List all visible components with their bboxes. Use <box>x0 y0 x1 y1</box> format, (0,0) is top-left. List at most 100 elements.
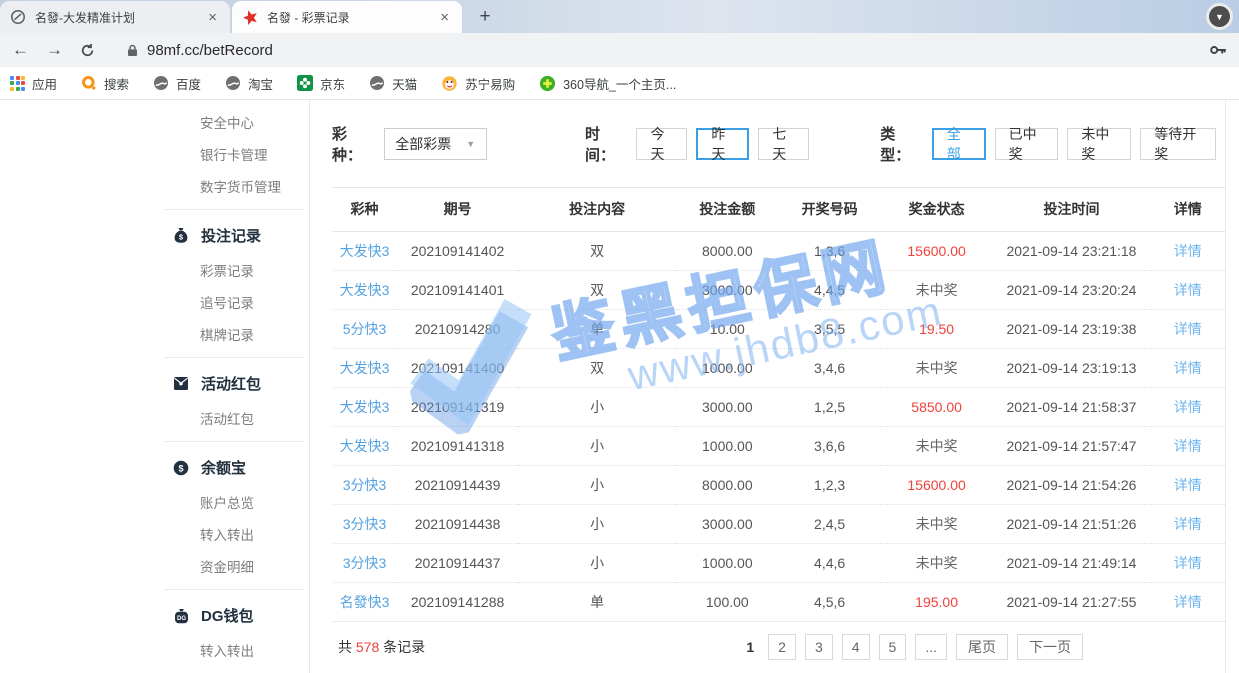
bookmark-item[interactable]: 百度 <box>153 74 201 93</box>
lottery-cell[interactable]: 3分快3 <box>332 543 397 582</box>
bookmark-item[interactable]: 京东 <box>297 74 345 93</box>
detail-cell[interactable]: 详情 <box>1151 231 1225 270</box>
filter-button[interactable]: 今天 <box>636 128 687 160</box>
sidebar-section-header[interactable]: 活动红包 <box>160 365 309 402</box>
detail-cell[interactable]: 详情 <box>1151 543 1225 582</box>
lottery-cell[interactable]: 名發快3 <box>332 582 397 621</box>
detail-cell[interactable]: 详情 <box>1151 504 1225 543</box>
sidebar-item[interactable]: 活动红包 <box>160 402 309 434</box>
download-chevron-icon: ▼ <box>1209 6 1230 27</box>
lottery-cell[interactable]: 大发快3 <box>332 348 397 387</box>
tab-close-icon[interactable]: × <box>205 9 220 26</box>
sidebar-item[interactable]: 数字货币管理 <box>160 170 309 202</box>
numbers-cell: 3,5,5 <box>778 309 880 348</box>
filter-button[interactable]: 全部 <box>932 128 986 160</box>
filter-button[interactable]: 未中奖 <box>1067 128 1131 160</box>
amount-cell: 3000.00 <box>676 270 778 309</box>
browser-tab[interactable]: 名發-大发精准计划× <box>0 1 230 33</box>
lottery-select-value: 全部彩票 <box>395 134 451 154</box>
page-number-button[interactable]: 4 <box>842 634 870 660</box>
sidebar-item[interactable]: 银行卡管理 <box>160 138 309 170</box>
numbers-cell: 3,6,6 <box>778 426 880 465</box>
dollar-circle-icon: $ <box>173 460 192 476</box>
new-tab-button[interactable]: + <box>470 3 500 31</box>
time-cell: 2021-09-14 21:57:47 <box>992 426 1150 465</box>
bookmark-label: 京东 <box>320 74 345 93</box>
status-cell: 15600.00 <box>881 465 993 504</box>
red-envelope-icon <box>173 376 192 391</box>
lottery-cell[interactable]: 大发快3 <box>332 270 397 309</box>
detail-cell[interactable]: 详情 <box>1151 582 1225 621</box>
lottery-cell[interactable]: 大发快3 <box>332 426 397 465</box>
lottery-cell[interactable]: 大发快3 <box>332 231 397 270</box>
download-extension-button[interactable]: ▼ <box>1206 3 1233 30</box>
refresh-icon[interactable] <box>80 43 95 58</box>
globe-icon <box>369 75 385 91</box>
amount-cell: 1000.00 <box>676 426 778 465</box>
sidebar-divider <box>165 357 304 358</box>
bookmark-item[interactable]: 应用 <box>10 74 57 93</box>
detail-cell[interactable]: 详情 <box>1151 348 1225 387</box>
detail-cell[interactable]: 详情 <box>1151 465 1225 504</box>
filter-button[interactable]: 七天 <box>758 128 809 160</box>
lock-icon[interactable] <box>127 44 138 57</box>
filter-button[interactable]: 已中奖 <box>995 128 1059 160</box>
lottery-select[interactable]: 全部彩票 ▼ <box>384 128 487 160</box>
sidebar-item[interactable]: 安全中心 <box>160 106 309 138</box>
lottery-cell[interactable]: 3分快3 <box>332 465 397 504</box>
detail-cell[interactable]: 详情 <box>1151 309 1225 348</box>
numbers-cell: 3,4,6 <box>778 348 880 387</box>
forward-icon[interactable]: → <box>46 40 63 60</box>
filter-bar: 彩种： 全部彩票 ▼ 时间： 今天昨天七天 类型： 全部已中奖未中奖等待开奖 <box>332 100 1225 188</box>
apps-grid-icon <box>10 76 25 91</box>
column-header: 详情 <box>1151 188 1225 231</box>
bookmark-label: 搜索 <box>104 74 129 93</box>
column-header: 投注内容 <box>518 188 676 231</box>
sidebar-item[interactable]: 棋牌记录 <box>160 318 309 350</box>
tab-close-icon[interactable]: × <box>437 9 452 26</box>
bookmark-item[interactable]: 360导航_一个主页... <box>539 74 676 93</box>
sidebar-item[interactable]: 资金明细 <box>160 550 309 582</box>
lottery-cell[interactable]: 5分快3 <box>332 309 397 348</box>
page-ellipsis-button[interactable]: ... <box>915 634 947 660</box>
url-text[interactable]: 98mf.cc/betRecord <box>147 42 273 59</box>
sidebar-item[interactable]: 追号记录 <box>160 286 309 318</box>
last-page-button[interactable]: 尾页 <box>956 634 1008 660</box>
back-icon[interactable]: ← <box>12 40 29 60</box>
amount-cell: 3000.00 <box>676 387 778 426</box>
bookmark-label: 天猫 <box>392 74 417 93</box>
sidebar-item[interactable]: 资金明细 <box>160 666 309 673</box>
filter-button[interactable]: 昨天 <box>696 128 749 160</box>
next-page-button[interactable]: 下一页 <box>1017 634 1083 660</box>
bookmark-item[interactable]: 搜索 <box>81 74 129 93</box>
sidebar-item[interactable]: 转入转出 <box>160 518 309 550</box>
bookmark-item[interactable]: 淘宝 <box>225 74 273 93</box>
svg-text:DG: DG <box>177 616 186 622</box>
sidebar-item[interactable]: 转入转出 <box>160 634 309 666</box>
content-cell: 双 <box>518 270 676 309</box>
sidebar: 安全中心银行卡管理数字货币管理 $投注记录彩票记录追号记录棋牌记录活动红包活动红包… <box>160 100 310 673</box>
bookmark-item[interactable]: 苏宁易购 <box>441 74 515 93</box>
page-buttons: 1 2345 ... 尾页 下一页 <box>746 634 1092 660</box>
detail-cell[interactable]: 详情 <box>1151 426 1225 465</box>
sidebar-section-header[interactable]: DGDG钱包 <box>160 597 309 634</box>
sidebar-item[interactable]: 彩票记录 <box>160 254 309 286</box>
page-number-button[interactable]: 2 <box>768 634 796 660</box>
sidebar-section-header[interactable]: $投注记录 <box>160 217 309 254</box>
lottery-cell[interactable]: 3分快3 <box>332 504 397 543</box>
status-cell: 195.00 <box>881 582 993 621</box>
detail-cell[interactable]: 详情 <box>1151 387 1225 426</box>
page-number-button[interactable]: 5 <box>879 634 907 660</box>
lottery-cell[interactable]: 大发快3 <box>332 387 397 426</box>
main-content: 彩种： 全部彩票 ▼ 时间： 今天昨天七天 类型： 全部已中奖未中奖等待开奖 彩… <box>310 100 1226 673</box>
key-icon[interactable] <box>1210 45 1227 55</box>
column-header: 投注金额 <box>676 188 778 231</box>
sidebar-item[interactable]: 账户总览 <box>160 486 309 518</box>
sidebar-section-header[interactable]: $余额宝 <box>160 449 309 486</box>
page-number-button[interactable]: 3 <box>805 634 833 660</box>
browser-tab[interactable]: 名發 - 彩票记录× <box>232 1 462 33</box>
bookmark-item[interactable]: 天猫 <box>369 74 417 93</box>
filter-button[interactable]: 等待开奖 <box>1140 128 1216 160</box>
status-cell: 15600.00 <box>881 231 993 270</box>
detail-cell[interactable]: 详情 <box>1151 270 1225 309</box>
